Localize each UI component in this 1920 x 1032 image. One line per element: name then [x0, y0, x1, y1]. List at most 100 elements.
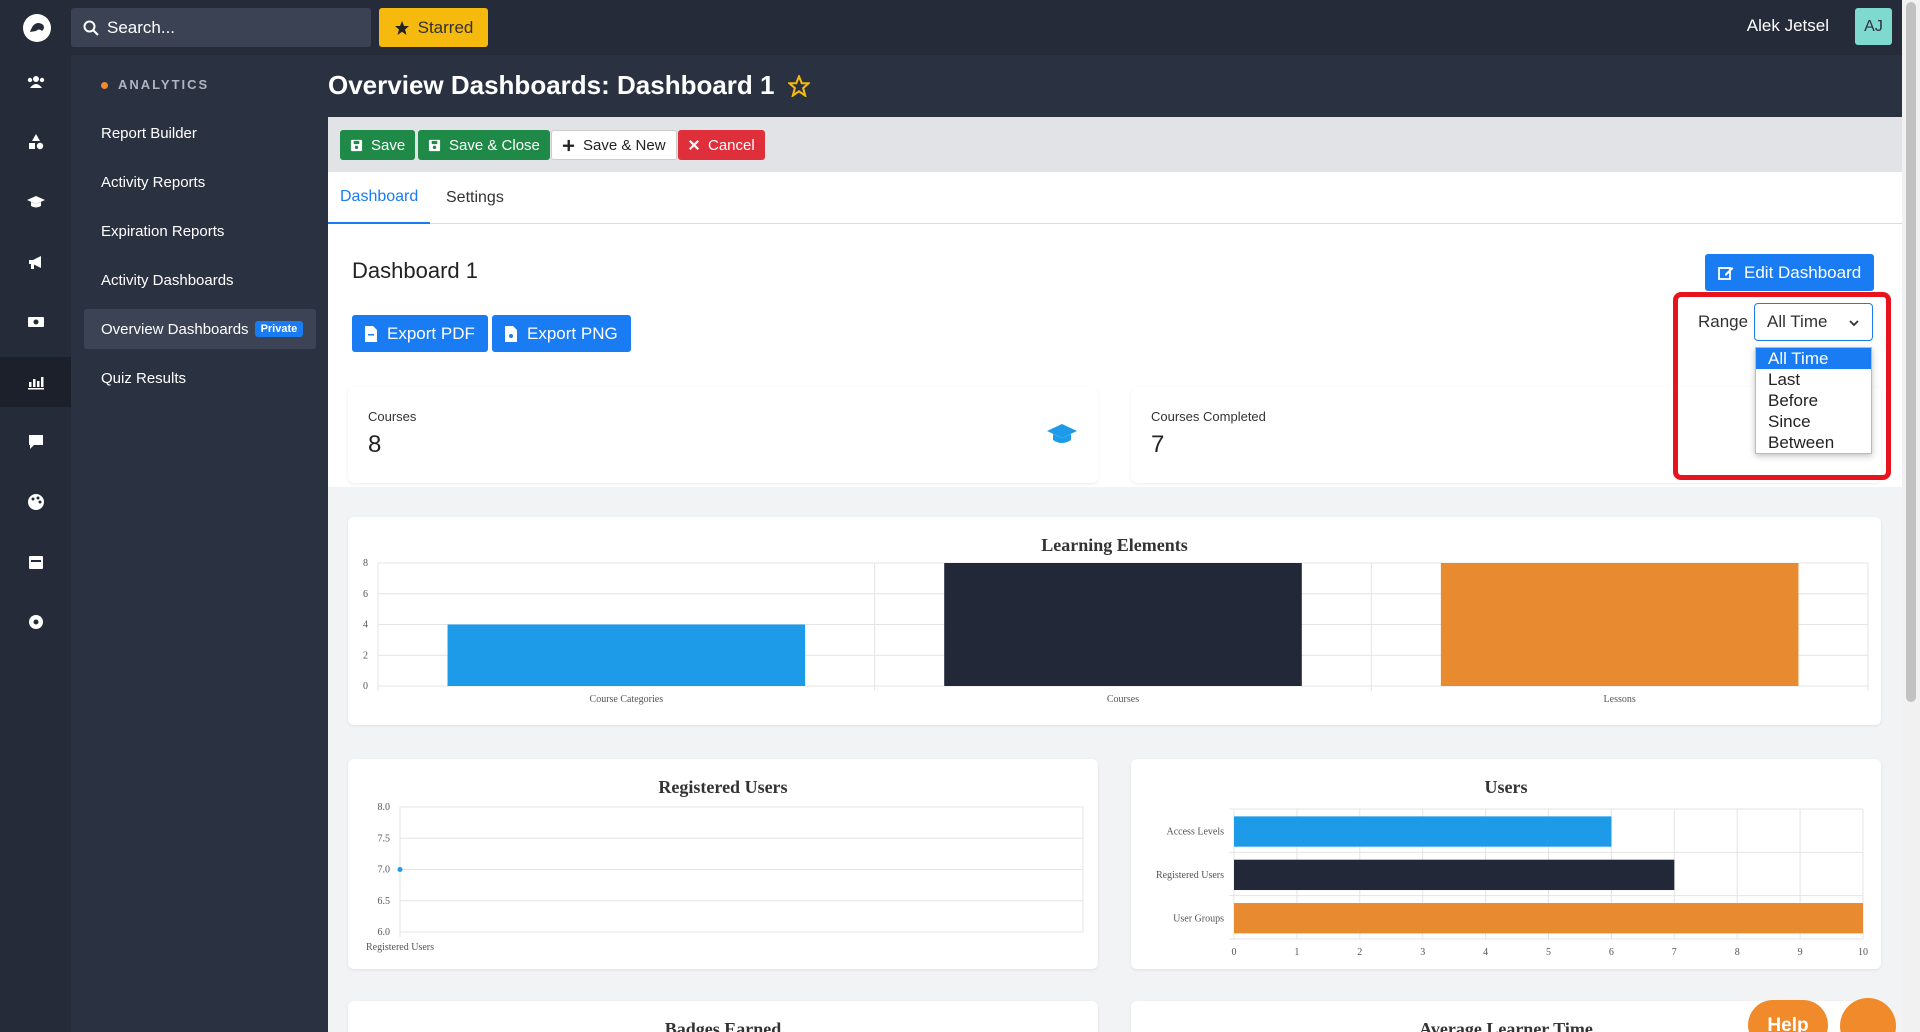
users-card: Users 0 1 2 3 4 5 6 7 8 9 10 Access Levels Registere…	[1131, 759, 1881, 969]
tab-dashboard[interactable]: Dashboard	[328, 172, 431, 224]
stat-label: Courses Completed	[1151, 409, 1266, 424]
bar	[1234, 903, 1863, 934]
y-tick-label: 4	[363, 620, 368, 631]
x-tick-label: 7	[1672, 947, 1677, 958]
search-placeholder: Search...	[107, 17, 176, 37]
user-name[interactable]: Alek Jetsel	[1747, 16, 1829, 36]
y-tick-label: 2	[363, 650, 368, 661]
y-tick-label: Registered Users	[1156, 870, 1224, 881]
starred-button[interactable]: Starred	[379, 8, 488, 47]
export-png-button[interactable]: Export PNG	[492, 315, 631, 352]
analytics-submenu: ANALYTICS Report Builder Activity Report…	[71, 55, 328, 1032]
x-tick-label: 9	[1798, 947, 1803, 958]
image-file-icon	[505, 325, 517, 342]
pdf-file-icon	[365, 325, 377, 342]
x-tick-label: 8	[1735, 947, 1740, 958]
main-panel: Save Save & Close Save & New Cancel Dash…	[328, 117, 1902, 1032]
search-input[interactable]: Search...	[71, 8, 371, 47]
y-tick-label: 0	[363, 681, 368, 692]
submenu-item-activity-reports[interactable]: Activity Reports	[84, 162, 316, 202]
tab-settings[interactable]: Settings	[434, 172, 516, 224]
x-tick-label: 6	[1609, 947, 1614, 958]
x-tick-label: 10	[1858, 947, 1868, 958]
dashboard-title: Dashboard 1	[352, 258, 478, 283]
x-tick-label: Courses	[1107, 694, 1139, 705]
chart-icon[interactable]	[0, 357, 71, 407]
submenu-item-expiration-reports[interactable]: Expiration Reports	[84, 211, 316, 251]
x-tick-label: Registered Users	[366, 942, 434, 953]
star-icon	[394, 20, 409, 35]
range-select[interactable]: All Time	[1754, 303, 1873, 341]
save-button[interactable]: Save	[340, 130, 416, 160]
edit-dashboard-button[interactable]: Edit Dashboard	[1705, 254, 1875, 291]
submenu-heading: ANALYTICS	[101, 77, 209, 92]
range-option-before[interactable]: Before	[1756, 390, 1871, 411]
range-label: Range	[1698, 312, 1749, 331]
x-tick-label: 3	[1420, 947, 1425, 958]
graduation-cap-icon[interactable]	[0, 177, 71, 227]
palette-icon[interactable]	[0, 477, 71, 527]
submenu-item-report-builder[interactable]: Report Builder	[84, 113, 316, 153]
floppy-icon	[350, 139, 363, 151]
range-option-since[interactable]: Since	[1756, 411, 1871, 432]
y-tick-label: 6.5	[378, 896, 391, 907]
x-tick-label: 4	[1483, 947, 1488, 958]
edit-icon	[1718, 266, 1734, 280]
y-tick-label: 6.0	[378, 927, 391, 938]
bar	[1234, 816, 1612, 847]
scroll-thumb[interactable]	[1906, 2, 1916, 702]
cancel-button[interactable]: Cancel	[678, 130, 765, 160]
chat-icon[interactable]	[0, 417, 71, 467]
stat-label: Courses	[368, 409, 417, 424]
stat-card-courses: Courses 8	[348, 387, 1098, 483]
avatar[interactable]: AJ	[1855, 8, 1892, 45]
registered-users-chart: 6.0 6.5 7.0 7.5 8.0 Registered Users	[366, 802, 1084, 953]
export-pdf-button[interactable]: Export PDF	[352, 315, 488, 352]
submenu-item-quiz-results[interactable]: Quiz Results	[84, 358, 316, 398]
floppy-icon	[428, 139, 441, 151]
megaphone-icon[interactable]	[0, 237, 71, 287]
shapes-icon[interactable]	[0, 117, 71, 167]
y-tick-label: 8	[363, 558, 368, 569]
save-new-button[interactable]: Save & New	[551, 130, 677, 160]
learning-elements-card: Learning Elements 0 2 4 6 8 Course Categories…	[348, 517, 1881, 725]
y-tick-label: 6	[363, 589, 368, 600]
y-tick-label: 7.5	[378, 833, 391, 844]
form-toolbar: Save Save & Close Save & New Cancel	[328, 117, 1902, 172]
bar	[944, 563, 1302, 686]
page-title: Overview Dashboards: Dashboard 1	[328, 70, 811, 101]
stat-value: 7	[1151, 431, 1165, 458]
star-outline-icon[interactable]	[788, 74, 811, 97]
y-tick-label: 7.0	[378, 865, 391, 876]
help-button[interactable]: Help	[1748, 1000, 1828, 1032]
users-chart: 0 1 2 3 4 5 6 7 8 9 10 Access Levels Registered User…	[1156, 808, 1868, 958]
range-option-between[interactable]: Between	[1756, 432, 1871, 453]
x-tick-label: 1	[1294, 947, 1299, 958]
submenu-item-activity-dashboards[interactable]: Activity Dashboards	[84, 260, 316, 300]
users-icon[interactable]	[0, 57, 71, 107]
x-tick-label: 5	[1546, 947, 1551, 958]
save-close-button[interactable]: Save & Close	[418, 130, 550, 160]
range-dropdown: All Time Last Before Since Between	[1755, 347, 1872, 454]
x-tick-label: 0	[1232, 947, 1237, 958]
x-tick-label: Lessons	[1604, 694, 1636, 705]
submenu-item-overview-dashboards[interactable]: Overview Dashboards Private	[84, 309, 316, 349]
private-badge: Private	[254, 321, 304, 337]
badges-earned-card: Badges Earned	[348, 1001, 1098, 1032]
bar	[1440, 563, 1799, 686]
icon-rail	[0, 55, 71, 1032]
money-icon[interactable]	[0, 297, 71, 347]
calendar-icon[interactable]	[0, 537, 71, 587]
chevron-down-icon	[1849, 320, 1859, 327]
range-option-all-time[interactable]: All Time	[1756, 348, 1871, 369]
scrollbar[interactable]	[1902, 0, 1920, 1032]
app-logo-icon[interactable]	[20, 12, 54, 44]
range-option-last[interactable]: Last	[1756, 369, 1871, 390]
bar	[447, 624, 806, 686]
y-tick-label: 8.0	[378, 802, 391, 813]
gear-icon[interactable]	[0, 597, 71, 647]
top-bar: Search... Starred Alek Jetsel AJ	[0, 0, 1902, 55]
chart-title: Badges Earned	[664, 1019, 782, 1032]
stat-value: 8	[368, 431, 382, 458]
registered-users-card: Registered Users 6.0 6.5 7.0 7.5 8.0 Register…	[348, 759, 1098, 969]
